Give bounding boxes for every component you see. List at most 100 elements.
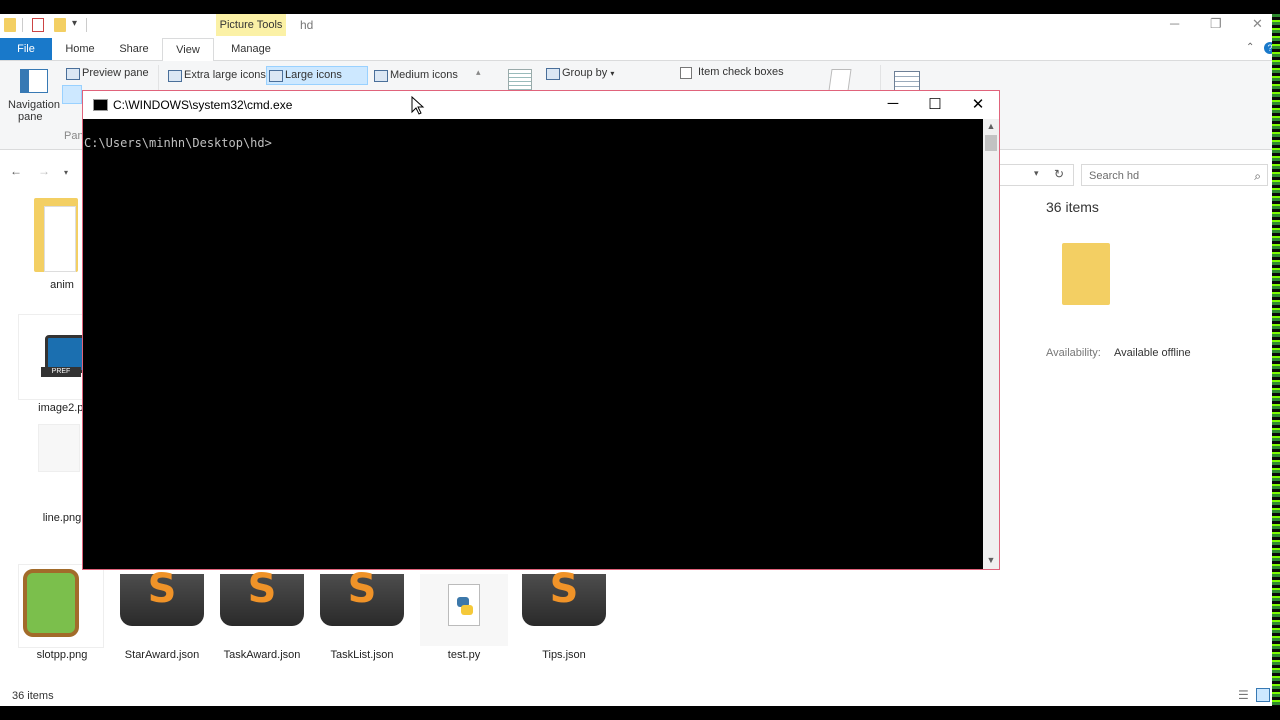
cmd-title: C:\WINDOWS\system32\cmd.exe (113, 98, 293, 112)
file-item-test[interactable]: test.py (416, 574, 512, 670)
minimize-icon[interactable]: ─ (1170, 16, 1179, 31)
details-view-icon[interactable]: ☰ (1238, 688, 1249, 702)
pref-badge: PREF (41, 367, 81, 377)
refresh-icon[interactable]: ↻ (1054, 167, 1064, 181)
cmd-titlebar[interactable]: C:\WINDOWS\system32\cmd.exe ─ ☐ ✕ (83, 91, 999, 119)
medium-icons-label: Medium icons (390, 69, 458, 81)
details-pane-button[interactable] (62, 85, 82, 104)
tab-home[interactable]: Home (56, 38, 104, 60)
tab-view[interactable]: View (162, 38, 214, 62)
explorer-titlebar: ▾ Picture Tools hd ─ ❐ ✕ (0, 14, 1272, 38)
sublime-text-icon: S (120, 566, 204, 626)
new-folder-icon[interactable] (54, 18, 66, 32)
back-icon[interactable]: ← (10, 164, 22, 186)
file-item-tips[interactable]: S Tips.json (516, 566, 612, 670)
close-icon[interactable]: ✕ (1252, 16, 1263, 32)
hide-selected-icon[interactable] (828, 69, 852, 91)
vertical-scrollbar[interactable]: ▲ ▼ (983, 119, 999, 569)
details-pane: 36 items Availability: Available offline (1046, 199, 1266, 359)
folder-icon[interactable] (4, 18, 16, 32)
scroll-thumb[interactable] (985, 135, 997, 151)
availability-value: Available offline (1114, 347, 1191, 359)
preview-pane-label: Preview pane (82, 67, 149, 79)
pane-fill (21, 70, 29, 92)
sublime-text-icon: S (522, 566, 606, 626)
python-logo-yellow (461, 605, 473, 615)
large-icons-button[interactable]: Large icons (266, 66, 368, 85)
cmd-window[interactable]: C:\WINDOWS\system32\cmd.exe ─ ☐ ✕ C:\Use… (82, 90, 1000, 570)
maximize-icon[interactable]: ☐ (920, 95, 950, 113)
folder-content (44, 206, 76, 272)
status-bar: 36 items ☰ (0, 688, 1272, 706)
scroll-up-icon[interactable]: ▲ (983, 121, 999, 131)
file-item-tasklist[interactable]: S TaskList.json (314, 566, 410, 670)
medium-icons-button[interactable]: Medium icons (372, 67, 458, 84)
minimize-icon[interactable]: ─ (878, 95, 908, 112)
folder-icon (1062, 243, 1110, 305)
file-name: StarAward.json (124, 649, 200, 661)
large-icons-view-icon[interactable] (1256, 688, 1270, 702)
tab-file[interactable]: File (0, 38, 52, 60)
picture-tools-label: Picture Tools (216, 14, 286, 36)
search-icon[interactable]: ⌕ (1254, 165, 1261, 187)
group-by-label: Group by (562, 67, 608, 79)
file-name: Tips.json (542, 649, 586, 661)
navigation-pane-icon[interactable] (20, 69, 48, 93)
large-icons-label: Large icons (285, 69, 342, 81)
slot-image (23, 569, 79, 637)
collapse-ribbon-icon[interactable]: ⌃ (1246, 42, 1254, 53)
properties-icon[interactable] (32, 18, 44, 32)
command-prompt: C:\Users\minhn\Desktop\hd> (84, 136, 272, 150)
extra-large-icons-icon (168, 70, 182, 82)
file-name: slotpp.png (36, 649, 88, 661)
file-item-taskaward[interactable]: S TaskAward.json (214, 566, 310, 670)
ribbon-tabs: File Home Share View Manage ⌃ ? (0, 38, 1272, 62)
sublime-text-icon: S (220, 566, 304, 626)
group-by-button[interactable]: Group by ▾ (544, 65, 614, 82)
status-item-count: 36 items (12, 690, 54, 702)
divider (86, 18, 87, 32)
availability-label: Availability: (1046, 347, 1101, 359)
address-dropdown-icon[interactable]: ▾ (1034, 168, 1039, 179)
image-thumbnail (38, 424, 80, 472)
details-item-count: 36 items (1046, 199, 1099, 215)
folder-icon (34, 198, 78, 272)
qat-dropdown-icon[interactable]: ▾ (72, 18, 77, 29)
panes-group-label: Pan (64, 130, 84, 142)
file-name: TaskAward.json (223, 649, 301, 661)
preview-pane-button[interactable]: Preview pane (64, 65, 149, 82)
item-check-boxes-checkbox[interactable] (680, 67, 692, 79)
python-file-icon (448, 584, 480, 626)
navigation-pane-label-2[interactable]: pane (18, 111, 42, 123)
scroll-down-icon[interactable]: ▼ (983, 555, 999, 565)
address-bar[interactable]: ▾ ↻ (1000, 164, 1074, 186)
file-item-staraward[interactable]: S StarAward.json (114, 566, 210, 670)
navigation-pane-label[interactable]: Navigation (8, 99, 60, 111)
search-input[interactable]: Search hd ⌕ (1081, 164, 1268, 186)
group-by-icon (546, 68, 560, 80)
cmd-icon (93, 99, 108, 111)
image-thumbnail (18, 564, 104, 648)
chevron-down-icon: ▾ (610, 69, 615, 78)
console-area[interactable]: C:\Users\minhn\Desktop\hd> (83, 119, 983, 569)
forward-icon[interactable]: → (38, 164, 50, 186)
restore-icon[interactable]: ❐ (1210, 16, 1222, 32)
item-check-boxes-label: Item check boxes (698, 66, 784, 78)
preview-pane-icon (66, 68, 80, 80)
help-icon[interactable]: ? (1264, 42, 1272, 54)
tab-share[interactable]: Share (110, 38, 158, 60)
selection-highlight (420, 574, 508, 646)
tab-manage[interactable]: Manage (218, 38, 284, 60)
recent-locations-icon[interactable]: ▾ (64, 168, 68, 190)
layout-scroll-icon[interactable]: ▴ (476, 67, 481, 78)
window-title: hd (300, 18, 314, 32)
sort-by-icon[interactable] (508, 69, 532, 91)
divider (22, 18, 23, 32)
sublime-text-icon: S (320, 566, 404, 626)
file-name: TaskList.json (330, 649, 394, 661)
screen-edge-artifact (1272, 14, 1280, 706)
file-name: test.py (447, 649, 481, 661)
file-item-slotpp[interactable]: slotpp.png (14, 558, 110, 668)
close-icon[interactable]: ✕ (963, 95, 993, 113)
extra-large-icons-button[interactable]: Extra large icons (166, 67, 266, 84)
